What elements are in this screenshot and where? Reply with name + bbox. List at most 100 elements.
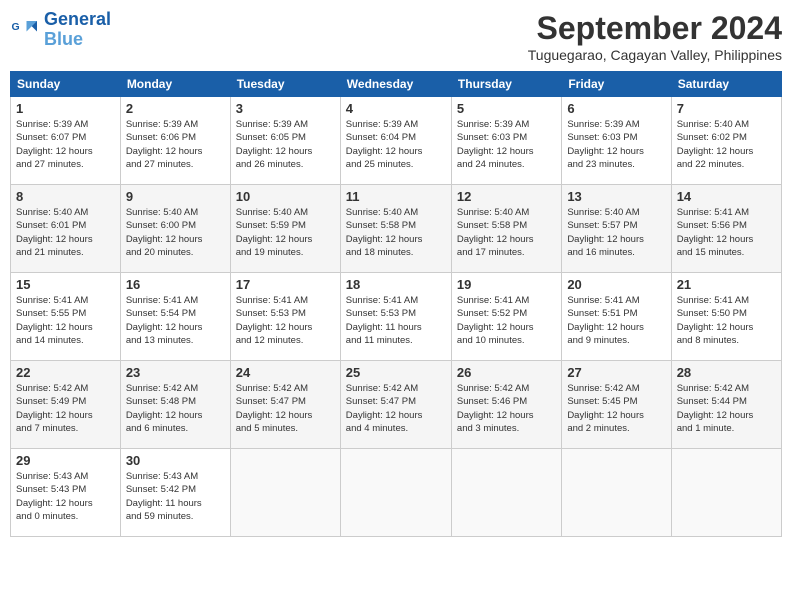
day-number: 7 (677, 101, 776, 116)
day-number: 12 (457, 189, 556, 204)
day-number: 28 (677, 365, 776, 380)
day-number: 30 (126, 453, 225, 468)
day-info: Sunrise: 5:40 AMSunset: 5:57 PMDaylight:… (567, 206, 665, 259)
day-info: Sunrise: 5:40 AMSunset: 6:02 PMDaylight:… (677, 118, 776, 171)
day-info: Sunrise: 5:42 AMSunset: 5:46 PMDaylight:… (457, 382, 556, 435)
day-number: 11 (346, 189, 446, 204)
day-number: 2 (126, 101, 225, 116)
calendar-cell: 5 Sunrise: 5:39 AMSunset: 6:03 PMDayligh… (451, 97, 561, 185)
calendar-cell: 18 Sunrise: 5:41 AMSunset: 5:53 PMDaylig… (340, 273, 451, 361)
day-number: 23 (126, 365, 225, 380)
calendar-week-4: 22 Sunrise: 5:42 AMSunset: 5:49 PMDaylig… (11, 361, 782, 449)
day-number: 16 (126, 277, 225, 292)
day-number: 5 (457, 101, 556, 116)
day-info: Sunrise: 5:41 AMSunset: 5:51 PMDaylight:… (567, 294, 665, 347)
day-number: 10 (236, 189, 335, 204)
day-info: Sunrise: 5:39 AMSunset: 6:03 PMDaylight:… (457, 118, 556, 171)
calendar-cell: 29 Sunrise: 5:43 AMSunset: 5:43 PMDaylig… (11, 449, 121, 537)
day-number: 15 (16, 277, 115, 292)
day-info: Sunrise: 5:41 AMSunset: 5:55 PMDaylight:… (16, 294, 115, 347)
day-number: 19 (457, 277, 556, 292)
calendar-cell: 17 Sunrise: 5:41 AMSunset: 5:53 PMDaylig… (230, 273, 340, 361)
calendar-cell: 8 Sunrise: 5:40 AMSunset: 6:01 PMDayligh… (11, 185, 121, 273)
day-info: Sunrise: 5:42 AMSunset: 5:49 PMDaylight:… (16, 382, 115, 435)
calendar-cell: 4 Sunrise: 5:39 AMSunset: 6:04 PMDayligh… (340, 97, 451, 185)
weekday-thursday: Thursday (451, 72, 561, 97)
calendar-cell: 11 Sunrise: 5:40 AMSunset: 5:58 PMDaylig… (340, 185, 451, 273)
calendar-cell: 6 Sunrise: 5:39 AMSunset: 6:03 PMDayligh… (562, 97, 671, 185)
day-number: 21 (677, 277, 776, 292)
day-info: Sunrise: 5:43 AMSunset: 5:43 PMDaylight:… (16, 470, 115, 523)
calendar-cell: 26 Sunrise: 5:42 AMSunset: 5:46 PMDaylig… (451, 361, 561, 449)
calendar-cell: 27 Sunrise: 5:42 AMSunset: 5:45 PMDaylig… (562, 361, 671, 449)
logo-text: General Blue (44, 10, 111, 50)
day-number: 9 (126, 189, 225, 204)
calendar-cell: 9 Sunrise: 5:40 AMSunset: 6:00 PMDayligh… (120, 185, 230, 273)
calendar-cell: 30 Sunrise: 5:43 AMSunset: 5:42 PMDaylig… (120, 449, 230, 537)
calendar-week-5: 29 Sunrise: 5:43 AMSunset: 5:43 PMDaylig… (11, 449, 782, 537)
day-number: 27 (567, 365, 665, 380)
title-block: September 2024 Tuguegarao, Cagayan Valle… (528, 10, 782, 63)
day-info: Sunrise: 5:39 AMSunset: 6:06 PMDaylight:… (126, 118, 225, 171)
day-info: Sunrise: 5:42 AMSunset: 5:48 PMDaylight:… (126, 382, 225, 435)
day-info: Sunrise: 5:43 AMSunset: 5:42 PMDaylight:… (126, 470, 225, 523)
calendar-cell: 1 Sunrise: 5:39 AMSunset: 6:07 PMDayligh… (11, 97, 121, 185)
calendar-cell: 20 Sunrise: 5:41 AMSunset: 5:51 PMDaylig… (562, 273, 671, 361)
day-number: 4 (346, 101, 446, 116)
calendar-cell: 24 Sunrise: 5:42 AMSunset: 5:47 PMDaylig… (230, 361, 340, 449)
day-info: Sunrise: 5:40 AMSunset: 6:01 PMDaylight:… (16, 206, 115, 259)
calendar-cell: 25 Sunrise: 5:42 AMSunset: 5:47 PMDaylig… (340, 361, 451, 449)
calendar-cell: 14 Sunrise: 5:41 AMSunset: 5:56 PMDaylig… (671, 185, 781, 273)
day-info: Sunrise: 5:40 AMSunset: 6:00 PMDaylight:… (126, 206, 225, 259)
weekday-tuesday: Tuesday (230, 72, 340, 97)
day-info: Sunrise: 5:42 AMSunset: 5:47 PMDaylight:… (346, 382, 446, 435)
calendar-cell: 28 Sunrise: 5:42 AMSunset: 5:44 PMDaylig… (671, 361, 781, 449)
calendar-cell (562, 449, 671, 537)
calendar-cell: 3 Sunrise: 5:39 AMSunset: 6:05 PMDayligh… (230, 97, 340, 185)
location-title: Tuguegarao, Cagayan Valley, Philippines (528, 47, 782, 63)
day-number: 20 (567, 277, 665, 292)
weekday-saturday: Saturday (671, 72, 781, 97)
day-info: Sunrise: 5:39 AMSunset: 6:05 PMDaylight:… (236, 118, 335, 171)
day-info: Sunrise: 5:41 AMSunset: 5:53 PMDaylight:… (236, 294, 335, 347)
day-number: 22 (16, 365, 115, 380)
page-header: G General Blue September 2024 Tuguegarao… (10, 10, 782, 63)
calendar-cell (451, 449, 561, 537)
day-info: Sunrise: 5:42 AMSunset: 5:44 PMDaylight:… (677, 382, 776, 435)
day-number: 14 (677, 189, 776, 204)
calendar-week-1: 1 Sunrise: 5:39 AMSunset: 6:07 PMDayligh… (11, 97, 782, 185)
day-number: 1 (16, 101, 115, 116)
day-info: Sunrise: 5:40 AMSunset: 5:58 PMDaylight:… (457, 206, 556, 259)
day-number: 17 (236, 277, 335, 292)
calendar-cell (340, 449, 451, 537)
calendar-table: SundayMondayTuesdayWednesdayThursdayFrid… (10, 71, 782, 537)
weekday-friday: Friday (562, 72, 671, 97)
calendar-cell: 7 Sunrise: 5:40 AMSunset: 6:02 PMDayligh… (671, 97, 781, 185)
day-info: Sunrise: 5:42 AMSunset: 5:45 PMDaylight:… (567, 382, 665, 435)
calendar-cell: 13 Sunrise: 5:40 AMSunset: 5:57 PMDaylig… (562, 185, 671, 273)
calendar-cell (230, 449, 340, 537)
calendar-cell: 2 Sunrise: 5:39 AMSunset: 6:06 PMDayligh… (120, 97, 230, 185)
calendar-cell: 16 Sunrise: 5:41 AMSunset: 5:54 PMDaylig… (120, 273, 230, 361)
day-info: Sunrise: 5:41 AMSunset: 5:50 PMDaylight:… (677, 294, 776, 347)
day-info: Sunrise: 5:39 AMSunset: 6:07 PMDaylight:… (16, 118, 115, 171)
day-info: Sunrise: 5:42 AMSunset: 5:47 PMDaylight:… (236, 382, 335, 435)
month-title: September 2024 (528, 10, 782, 47)
day-info: Sunrise: 5:40 AMSunset: 5:59 PMDaylight:… (236, 206, 335, 259)
calendar-cell: 22 Sunrise: 5:42 AMSunset: 5:49 PMDaylig… (11, 361, 121, 449)
weekday-wednesday: Wednesday (340, 72, 451, 97)
day-number: 29 (16, 453, 115, 468)
calendar-cell: 23 Sunrise: 5:42 AMSunset: 5:48 PMDaylig… (120, 361, 230, 449)
day-number: 6 (567, 101, 665, 116)
day-info: Sunrise: 5:41 AMSunset: 5:52 PMDaylight:… (457, 294, 556, 347)
day-number: 13 (567, 189, 665, 204)
calendar-cell (671, 449, 781, 537)
day-info: Sunrise: 5:41 AMSunset: 5:54 PMDaylight:… (126, 294, 225, 347)
logo-icon: G (10, 15, 40, 45)
day-info: Sunrise: 5:39 AMSunset: 6:03 PMDaylight:… (567, 118, 665, 171)
calendar-cell: 10 Sunrise: 5:40 AMSunset: 5:59 PMDaylig… (230, 185, 340, 273)
weekday-header-row: SundayMondayTuesdayWednesdayThursdayFrid… (11, 72, 782, 97)
svg-text:G: G (12, 21, 20, 33)
day-info: Sunrise: 5:40 AMSunset: 5:58 PMDaylight:… (346, 206, 446, 259)
day-info: Sunrise: 5:39 AMSunset: 6:04 PMDaylight:… (346, 118, 446, 171)
